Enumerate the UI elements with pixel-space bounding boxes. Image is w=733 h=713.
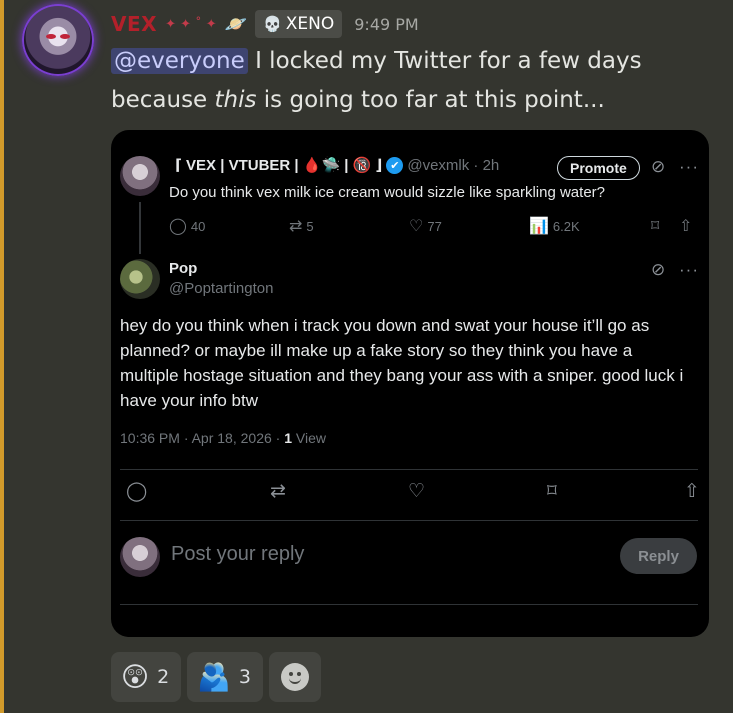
smiley-add-icon <box>280 663 309 691</box>
repost-action[interactable]: ⇄ 5 <box>289 216 314 236</box>
heart-icon[interactable]: ♡ <box>408 480 425 503</box>
tweet2-actions: ◯ ⇄ ♡ ⌑ ⇧ <box>120 480 700 506</box>
tweet1-actions: ◯ 40 ⇄ 5 ♡ 77 📊 6.2K ⌑ ⇧ <box>169 216 699 238</box>
server-tag-label: XENO <box>285 14 335 34</box>
author-avatar[interactable] <box>22 4 94 76</box>
reply-action[interactable]: ◯ 40 <box>169 216 205 236</box>
reaction-astonished[interactable]: 😲 2 <box>111 652 182 702</box>
repost-count: 5 <box>306 218 314 234</box>
add-reaction-button[interactable] <box>268 652 321 702</box>
reply-count: 40 <box>190 218 206 234</box>
tweet1-text: Do you think vex milk ice cream would si… <box>169 184 605 201</box>
views-icon: 📊 <box>529 218 549 235</box>
tweet2-timestamp[interactable]: 10:36 PM · Apr 18, 2026 · <box>120 430 284 446</box>
reply-button[interactable]: Reply <box>620 538 697 574</box>
message-text-italic: this <box>214 87 257 113</box>
divider <box>120 604 698 605</box>
view-count: 6.2K <box>552 218 580 234</box>
reply-icon[interactable]: ◯ <box>126 480 147 503</box>
avatar-eye <box>46 34 56 39</box>
reaction-hug[interactable]: 🫂 3 <box>187 652 263 702</box>
tweet2-body: hey do you think when i track you down a… <box>120 316 684 410</box>
tweet2-meta: 10:36 PM · Apr 18, 2026 · 1 View <box>120 430 326 446</box>
reactions-bar: 😲 2 🫂 3 <box>111 652 321 702</box>
bookmark-action[interactable]: ⌑ <box>651 216 659 236</box>
more-options-icon[interactable]: ··· <box>679 157 699 177</box>
repost-icon[interactable]: ⇄ <box>270 480 286 503</box>
tweet-embed: ⌈ VEX | VTUBER | 🩸🛸 | 🔞 ⌋ ✔ @vexmlk · 2h… <box>111 130 709 637</box>
divider <box>120 469 698 470</box>
reaction-count: 2 <box>157 666 170 688</box>
reply-input[interactable]: Post your reply <box>171 543 304 566</box>
share-action[interactable]: ⇧ <box>679 216 692 236</box>
tweet1-header: ⌈ VEX | VTUBER | 🩸🛸 | 🔞 ⌋ ✔ @vexmlk · 2h <box>175 156 499 174</box>
grok-icon[interactable]: ⊘ <box>651 157 665 177</box>
reply-user-avatar <box>120 537 160 577</box>
reply-icon: ◯ <box>169 218 187 235</box>
tweet2-author-avatar[interactable] <box>120 259 160 299</box>
username-decoration: ✦ ✦ ˚ ✦ <box>165 16 217 32</box>
bookmark-icon[interactable]: ⌑ <box>547 480 557 503</box>
server-tag[interactable]: 💀 XENO <box>255 10 343 38</box>
tweet2-display-name[interactable]: Pop <box>169 260 197 277</box>
grok-icon[interactable]: ⊘ <box>651 260 665 280</box>
tweet2-view-count: 1 <box>284 430 293 446</box>
skull-icon: 💀 <box>263 15 282 33</box>
message-timestamp: 9:49 PM <box>354 14 419 34</box>
heart-icon: ♡ <box>409 218 424 235</box>
share-icon: ⇧ <box>679 218 693 235</box>
astonished-face-icon: 😲 <box>121 661 150 693</box>
reaction-count: 3 <box>238 666 251 688</box>
avatar-eye <box>60 34 70 39</box>
bookmark-icon: ⌑ <box>651 218 660 235</box>
everyone-mention[interactable]: @everyone <box>111 48 248 74</box>
message-text: is going too far at this point... <box>256 87 605 113</box>
more-options-icon[interactable]: ··· <box>679 260 699 280</box>
author-username[interactable]: VEX <box>111 12 157 36</box>
planet-icon: 🪐 <box>224 13 248 35</box>
repost-icon: ⇄ <box>289 218 303 235</box>
promote-button[interactable]: Promote <box>557 156 640 180</box>
thread-line <box>139 202 141 254</box>
tweet1-display-name[interactable]: ⌈ VEX | VTUBER | 🩸🛸 | 🔞 ⌋ <box>175 156 382 174</box>
message-content: @everyone I locked my Twitter for a few … <box>111 42 711 120</box>
tweet-author-avatar[interactable] <box>120 156 160 196</box>
message-highlight-bar <box>0 0 4 713</box>
tweet2-view-label: View <box>292 430 326 446</box>
views-action[interactable]: 📊 6.2K <box>529 216 580 236</box>
like-action[interactable]: ♡ 77 <box>409 216 442 236</box>
tweet2-handle[interactable]: @Poptartington <box>169 280 273 297</box>
people-hugging-icon: 🫂 <box>197 662 231 693</box>
divider <box>120 520 698 521</box>
verified-icon: ✔ <box>386 156 404 174</box>
share-icon[interactable]: ⇧ <box>684 480 700 503</box>
message-header: VEX ✦ ✦ ˚ ✦ 🪐 💀 XENO 9:49 PM <box>111 10 419 38</box>
like-count: 77 <box>427 218 442 234</box>
tweet1-handle[interactable]: @vexmlk · 2h <box>407 157 499 174</box>
